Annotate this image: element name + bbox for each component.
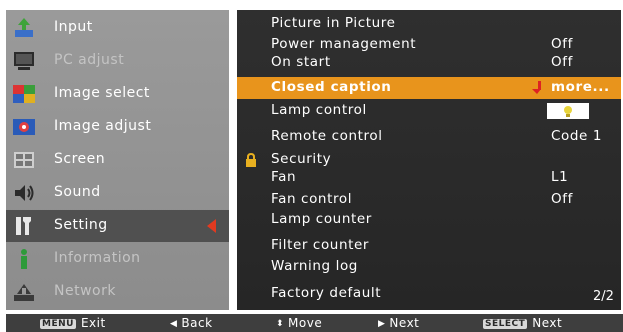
row-closed-caption[interactable]: Closed caption more...	[237, 77, 621, 99]
menu-item-image-adjust[interactable]: Image adjust	[6, 111, 229, 143]
page-indicator: 2/2	[593, 289, 614, 304]
row-label: Fan control	[271, 191, 353, 207]
row-label: Lamp counter	[271, 211, 372, 227]
row-remote-control[interactable]: Remote control Code 1	[237, 126, 621, 148]
menu-item-label: Sound	[54, 184, 101, 200]
row-label: Power management	[271, 36, 417, 52]
row-label: Security	[271, 151, 332, 167]
row-fan[interactable]: Fan L1	[237, 167, 621, 189]
menu-item-label: PC adjust	[54, 52, 125, 68]
guide-bar: MENU Exit ◀ Back ⬍ Move ▶ Next SELECT Next	[6, 314, 623, 332]
row-factory-default[interactable]: Factory default	[237, 283, 621, 305]
row-label: Remote control	[271, 128, 383, 144]
screen-icon	[14, 152, 34, 168]
left-arrow-icon: ◀	[170, 319, 178, 329]
guide-next: ▶ Next	[378, 316, 419, 330]
menu-item-label: Image select	[54, 85, 150, 101]
row-label: Factory default	[271, 285, 382, 301]
row-label: Fan	[271, 169, 297, 185]
up-down-arrow-icon: ⬍	[276, 319, 285, 329]
menu-item-label: Input	[54, 19, 93, 35]
row-label: Warning log	[271, 258, 358, 274]
setting-submenu: Picture in Picture Power management Off …	[237, 10, 621, 310]
lock-icon	[246, 153, 256, 167]
row-lamp-control[interactable]: Lamp control	[237, 100, 621, 122]
guide-exit: MENU Exit	[40, 316, 106, 330]
guide-select-next: SELECT Next	[483, 316, 562, 330]
menu-item-information[interactable]: Information	[6, 243, 229, 275]
row-value: Off	[551, 54, 573, 70]
row-warning-log[interactable]: Warning log	[237, 256, 621, 278]
guide-back: ◀ Back	[170, 316, 213, 330]
row-value: Off	[551, 191, 573, 207]
menu-item-network[interactable]: Network	[6, 276, 229, 308]
menu-item-label: Image adjust	[54, 118, 152, 134]
row-label: Lamp control	[271, 102, 367, 118]
input-icon	[15, 18, 33, 37]
menu-item-image-select[interactable]: Image select	[6, 78, 229, 110]
row-value: Code 1	[551, 128, 603, 144]
guide-select-next-label: Next	[532, 316, 563, 330]
guide-move-label: Move	[288, 316, 323, 330]
lamp-bulb-icon	[564, 106, 572, 114]
row-label: Filter counter	[271, 237, 370, 253]
selection-arrow-icon	[207, 219, 216, 233]
menu-item-sound[interactable]: Sound	[6, 177, 229, 209]
pointer-icon	[532, 81, 541, 94]
row-label: On start	[271, 54, 331, 70]
menu-item-setting[interactable]: Setting	[6, 210, 229, 242]
row-label: Picture in Picture	[271, 15, 396, 31]
projector-menu-screen: Input PC adjust Image select Image adjus…	[0, 0, 623, 332]
row-picture-in-picture[interactable]: Picture in Picture	[237, 13, 621, 35]
row-filter-counter[interactable]: Filter counter	[237, 235, 621, 257]
select-key-icon: SELECT	[483, 319, 528, 329]
main-menu: Input PC adjust Image select Image adjus…	[6, 10, 229, 310]
information-icon	[21, 249, 27, 269]
row-value: L1	[551, 169, 569, 185]
menu-item-input[interactable]: Input	[6, 12, 229, 44]
menu-item-label: Network	[54, 283, 116, 299]
right-arrow-icon: ▶	[378, 319, 386, 329]
menu-item-label: Screen	[54, 151, 106, 167]
menu-item-label: Setting	[54, 217, 108, 233]
lamp-mode-indicator	[547, 103, 589, 119]
guide-move: ⬍ Move	[276, 316, 322, 330]
guide-exit-label: Exit	[80, 316, 106, 330]
setting-icon	[16, 217, 31, 235]
menu-item-screen[interactable]: Screen	[6, 144, 229, 176]
image-select-icon	[13, 85, 35, 103]
sound-icon	[15, 185, 34, 201]
image-adjust-icon	[13, 119, 35, 135]
menu-item-pc-adjust[interactable]: PC adjust	[6, 45, 229, 77]
guide-back-label: Back	[181, 316, 213, 330]
row-value: more...	[551, 79, 610, 95]
menu-item-label: Information	[54, 250, 141, 266]
menu-key-icon: MENU	[40, 319, 76, 329]
row-value: Off	[551, 36, 573, 52]
row-lamp-counter[interactable]: Lamp counter	[237, 209, 621, 231]
row-fan-control[interactable]: Fan control Off	[237, 189, 621, 211]
network-icon	[14, 284, 34, 301]
row-on-start[interactable]: On start Off	[237, 52, 621, 74]
pc-adjust-icon	[14, 52, 34, 70]
guide-next-label: Next	[389, 316, 420, 330]
row-label: Closed caption	[271, 79, 392, 95]
